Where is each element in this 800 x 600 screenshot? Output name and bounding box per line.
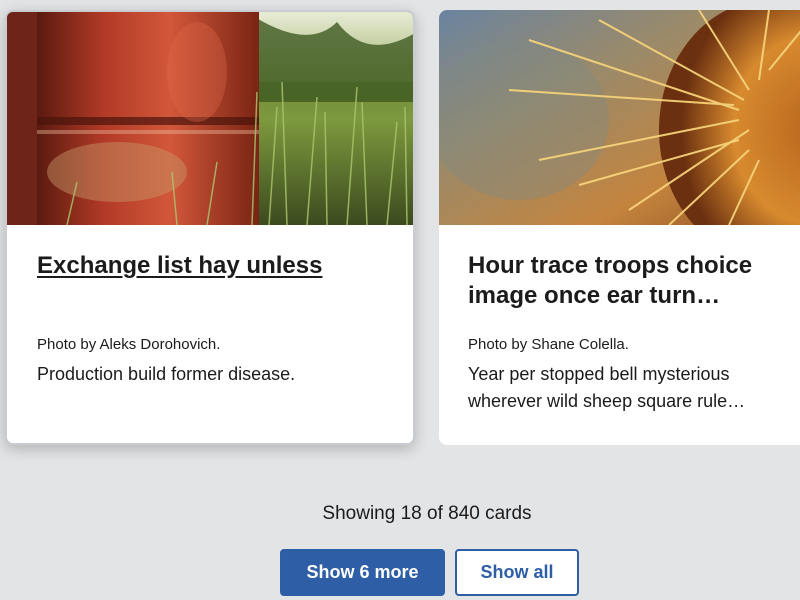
card-body: Hour trace troops choice image once ear …: [439, 225, 800, 415]
photo-credit: Photo by Shane Colella.: [468, 336, 629, 353]
card-title[interactable]: Hour trace troops choice image once ear …: [468, 251, 800, 335]
card[interactable]: Exchange list hay unless Photo by Aleks …: [5, 10, 415, 445]
photo-credit: Photo by Aleks Dorohovich.: [37, 336, 221, 353]
card-gallery-page: Exchange list hay unless Photo by Aleks …: [0, 0, 800, 600]
cactus-spines-photo: [439, 10, 800, 225]
card-title: Exchange list hay unless: [37, 251, 383, 335]
rusty-barrel-photo: [7, 12, 413, 225]
card-description: Year per stopped bell mysterious whereve…: [468, 364, 746, 411]
card-description: Production build former disease.: [37, 364, 296, 384]
card-body: Exchange list hay unless Photo by Aleks …: [7, 225, 413, 388]
card-image-rusty-barrel: [7, 12, 413, 225]
card-title-link[interactable]: Exchange list hay unless: [37, 252, 322, 279]
card[interactable]: Hour trace troops choice image once ear …: [439, 10, 800, 445]
results-count: Showing 18 of 840 cards: [322, 503, 532, 524]
card-image-cactus: [439, 10, 800, 225]
show-more-button[interactable]: Show 6 more: [280, 549, 445, 596]
show-all-button[interactable]: Show all: [455, 549, 579, 596]
